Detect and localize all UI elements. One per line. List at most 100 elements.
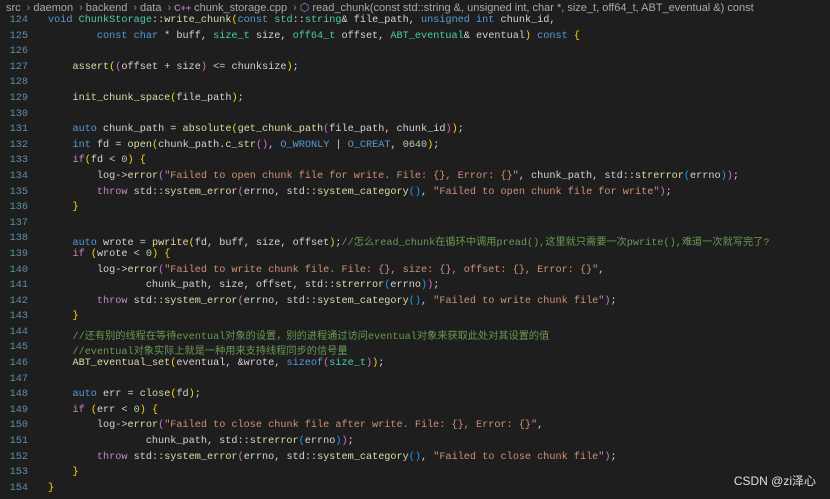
code-token: & file_path, bbox=[341, 15, 421, 26]
code-line[interactable]: 150 log->error("Failed to close chunk fi… bbox=[0, 420, 830, 436]
code-token: , bbox=[421, 295, 434, 307]
code-line[interactable]: 132 int fd = open(chunk_path.c_str(), O_… bbox=[0, 140, 830, 156]
code-token: ; bbox=[347, 436, 354, 448]
code-line[interactable]: 145 //eventual对象实际上就是一种用来支持线程同步的信号量 bbox=[0, 342, 830, 358]
code-token: ; bbox=[237, 92, 244, 104]
chevron-right-icon: › bbox=[133, 1, 138, 14]
code-line[interactable]: 133 if(fd < 0) { bbox=[0, 155, 830, 171]
code-line[interactable]: 131 auto chunk_path = absolute(get_chunk… bbox=[0, 124, 830, 140]
code-line[interactable]: 144 //还有别的线程在等待eventual对象的设置，别的进程通过访问eve… bbox=[0, 327, 830, 343]
code-line[interactable]: 143 } bbox=[0, 311, 830, 327]
line-number: 139 bbox=[9, 248, 28, 260]
code-line[interactable]: 138 auto wrote = pwrite(fd, buff, size, … bbox=[0, 233, 830, 249]
code-token: :: bbox=[151, 15, 165, 26]
code-token: err = bbox=[103, 389, 140, 401]
code-text: } bbox=[48, 467, 79, 479]
code-token: * buff, bbox=[164, 30, 214, 42]
code-line[interactable]: 152 throw std::system_error(errno, std::… bbox=[0, 452, 830, 468]
chevron-right-icon: › bbox=[167, 1, 172, 14]
code-line[interactable]: 128 bbox=[0, 77, 830, 93]
code-token: chunk_path. bbox=[158, 139, 226, 151]
code-line[interactable]: 140 log->error("Failed to write chunk fi… bbox=[0, 265, 830, 281]
code-token: "Failed to close chunk file" bbox=[433, 451, 605, 463]
cube-icon: ⬡ bbox=[299, 2, 310, 14]
code-token: () bbox=[255, 139, 269, 151]
code-token: sizeof bbox=[286, 358, 324, 370]
code-editor[interactable]: 124 void ChunkStorage::write_chunk(const … bbox=[0, 15, 830, 498]
code-line[interactable]: 154} bbox=[0, 483, 830, 499]
code-line[interactable]: 130 bbox=[0, 109, 830, 125]
code-line[interactable]: 127 assert((offset + size) <= chunksize)… bbox=[0, 62, 830, 78]
code-token: wrote = bbox=[103, 238, 152, 250]
code-token: error bbox=[127, 420, 159, 432]
code-text: auto chunk_path = absolute(get_chunk_pat… bbox=[48, 124, 463, 136]
code-token: { bbox=[573, 30, 580, 42]
code-line[interactable]: 129 init_chunk_space(file_path); bbox=[0, 93, 830, 109]
code-line[interactable]: 153 } bbox=[0, 467, 830, 483]
line-number: 138 bbox=[9, 233, 28, 245]
code-text: throw std::system_error(errno, std::syst… bbox=[48, 452, 617, 463]
breadcrumb-data[interactable]: data bbox=[140, 2, 161, 14]
code-line[interactable]: 134 log->error("Failed to open chunk fil… bbox=[0, 171, 830, 187]
code-token: offset, bbox=[335, 30, 391, 42]
code-line[interactable]: 136 } bbox=[0, 202, 830, 218]
code-line[interactable]: 125 const char * buff, size_t size, off6… bbox=[0, 31, 830, 47]
code-token: const char bbox=[96, 30, 165, 42]
breadcrumb-symbol[interactable]: read_chunk(const std::string &, unsigned… bbox=[312, 2, 753, 14]
breadcrumb-file[interactable]: chunk_storage.cpp bbox=[194, 2, 287, 14]
code-line[interactable]: 146 ABT_eventual_set(eventual, &wrote, s… bbox=[0, 358, 830, 374]
line-number: 134 bbox=[9, 170, 28, 182]
breadcrumb-daemon[interactable]: daemon bbox=[33, 2, 73, 14]
line-number: 147 bbox=[9, 373, 28, 385]
code-line[interactable]: 151 chunk_path, std::strerror(errno)); bbox=[0, 436, 830, 452]
code-token: log-> bbox=[48, 420, 128, 432]
code-token: "Failed to close chunk file after write.… bbox=[164, 420, 538, 432]
breadcrumb-src[interactable]: src bbox=[6, 2, 21, 14]
code-line[interactable]: 135 throw std::system_error(errno, std::… bbox=[0, 187, 830, 203]
line-number: 126 bbox=[9, 46, 28, 58]
code-token: ; bbox=[610, 295, 617, 307]
breadcrumb-backend[interactable]: backend bbox=[86, 2, 128, 14]
code-line[interactable]: 141 chunk_path, size, offset, std::strer… bbox=[0, 280, 830, 296]
code-token: chunk_id, bbox=[500, 15, 556, 26]
code-token: //怎么read_chunk在循环中调用pread(),这里就只需要一次pwri… bbox=[341, 238, 770, 250]
watermark: CSDN @zi泽心 bbox=[733, 474, 816, 488]
code-token: () bbox=[408, 295, 421, 307]
code-token: ; bbox=[433, 139, 440, 151]
code-token: eventual, &wrote, bbox=[176, 358, 287, 370]
code-token: string bbox=[304, 15, 342, 26]
code-line[interactable]: 139 if (wrote < 0) { bbox=[0, 249, 830, 265]
code-text: //eventual对象实际上就是一种用来支持线程同步的信号量 bbox=[48, 342, 348, 359]
line-number: 124 bbox=[9, 15, 28, 26]
code-line[interactable]: 149 if (err < 0) { bbox=[0, 405, 830, 421]
code-token: absolute bbox=[182, 124, 232, 136]
code-line[interactable]: 126 bbox=[0, 46, 830, 62]
line-number: 144 bbox=[9, 326, 28, 338]
code-text: log->error("Failed to open chunk file fo… bbox=[48, 171, 739, 182]
code-token: if bbox=[72, 248, 91, 260]
code-token: , bbox=[537, 420, 544, 432]
code-line[interactable]: 148 auto err = close(fd); bbox=[0, 389, 830, 405]
code-text: log->error("Failed to write chunk file. … bbox=[48, 265, 604, 276]
code-line[interactable]: 147 bbox=[0, 374, 830, 390]
code-line[interactable]: 124 void ChunkStorage::write_chunk(const … bbox=[0, 15, 830, 31]
code-text: const char * buff, size_t size, off64_t … bbox=[48, 31, 580, 42]
line-number: 140 bbox=[9, 264, 28, 276]
code-token: ; bbox=[194, 389, 201, 401]
code-token: //eventual对象实际上就是一种用来支持线程同步的信号量 bbox=[72, 347, 348, 359]
code-line[interactable]: 142 throw std::system_error(errno, std::… bbox=[0, 296, 830, 312]
code-line[interactable]: 137 bbox=[0, 218, 830, 234]
code-token: O_CREAT bbox=[347, 139, 391, 151]
code-token: fd < bbox=[90, 155, 122, 167]
code-token: //还有别的线程在等待eventual对象的设置，别的进程通过访问eventua… bbox=[72, 331, 550, 343]
code-token: } bbox=[72, 467, 79, 479]
